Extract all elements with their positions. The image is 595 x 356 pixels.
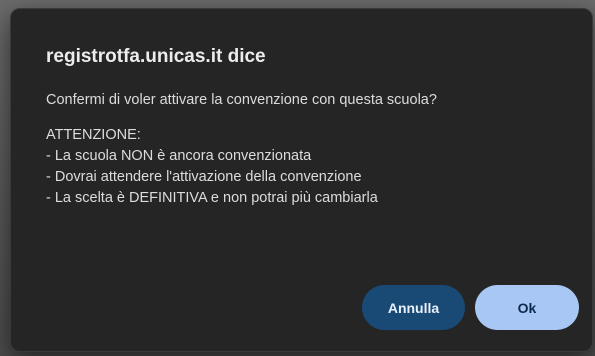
warning-item: - La scuola NON è ancora convenzionata xyxy=(46,148,312,164)
confirmation-question: Confermi di voler attivare la convenzion… xyxy=(46,92,437,108)
message-spacer xyxy=(46,111,566,125)
cancel-button[interactable]: Annulla xyxy=(362,285,465,330)
ok-button[interactable]: Ok xyxy=(475,285,579,330)
warning-item: - La scelta è DEFINITIVA e non potrai pi… xyxy=(46,190,378,206)
dialog-title: registrotfa.unicas.it dice xyxy=(46,46,266,67)
warning-item: - Dovrai attendere l'attivazione della c… xyxy=(46,169,362,185)
dialog-message: Confermi di voler attivare la convenzion… xyxy=(46,90,566,209)
warning-heading: ATTENZIONE: xyxy=(46,127,141,143)
alert-dialog: registrotfa.unicas.it dice Confermi di v… xyxy=(10,8,593,352)
